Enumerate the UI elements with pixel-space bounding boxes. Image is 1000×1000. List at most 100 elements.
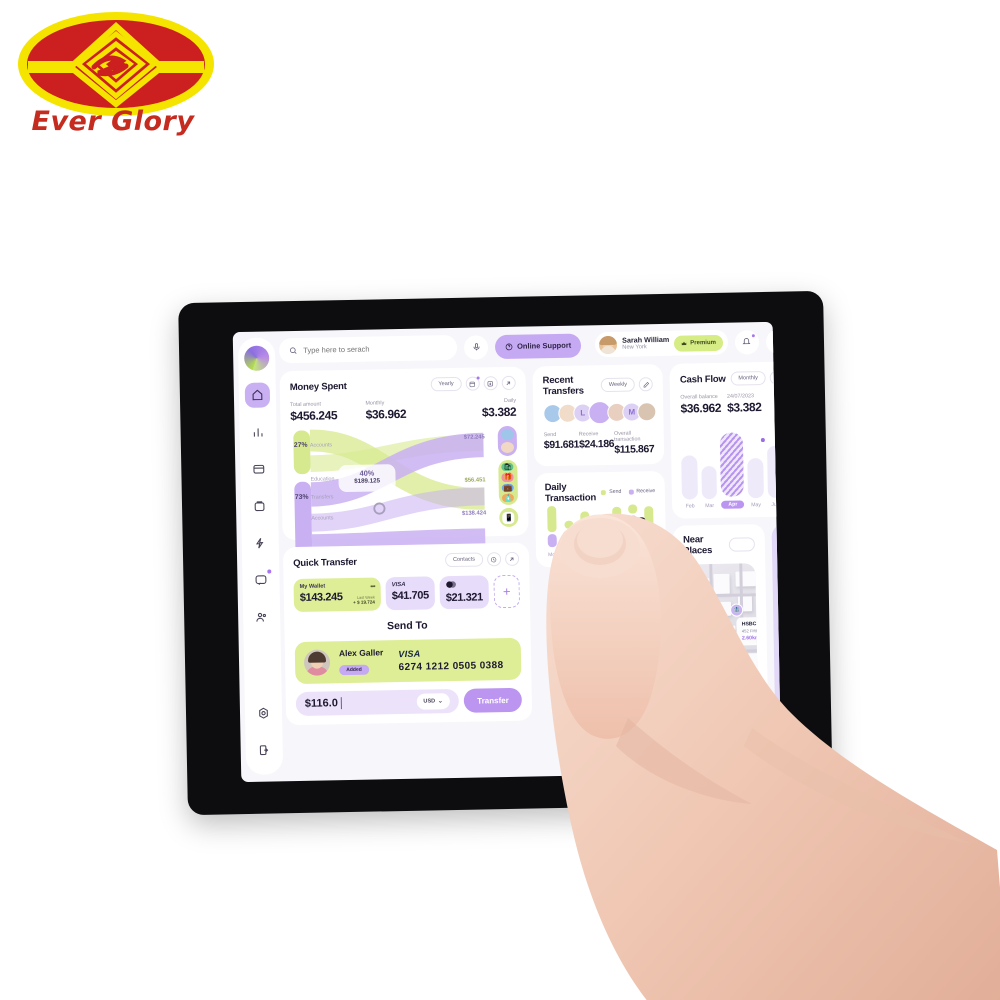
wallet-card-mastercard[interactable]: $21.321 <box>439 575 489 610</box>
phone-icon: 📱 <box>502 511 515 524</box>
sidebar-item-logout[interactable] <box>252 737 277 762</box>
recent-transfers-stats: Send $91.681 Receive $24.186 Overall tra… <box>544 430 655 457</box>
profile-name: Sarah William <box>622 335 670 346</box>
chart-point <box>761 437 766 443</box>
chart-x-label: Fri <box>614 550 621 557</box>
wallet-list: My Wallet $143.245 ••• Last Week + $ 19.… <box>293 574 520 613</box>
add-wallet-button[interactable]: + <box>493 574 520 609</box>
chart-x-label[interactable]: May <box>751 502 761 508</box>
period-selector[interactable]: Weekly <box>600 377 636 393</box>
chart-x-label[interactable]: Feb <box>686 503 695 509</box>
search-input[interactable] <box>303 343 448 355</box>
chart-x-label[interactable]: Jun <box>771 502 779 508</box>
amount-row: $116.0 USD Transfer <box>295 687 522 717</box>
notifications-button[interactable] <box>734 329 760 355</box>
chart-bar <box>766 445 782 498</box>
places-filter[interactable] <box>729 537 756 552</box>
period-selector[interactable]: Monthly <box>730 370 767 386</box>
gift-icon: 🎁 <box>501 473 515 482</box>
daily-transaction-card: Daily Transaction Send Receive Mon Tue W… <box>534 470 667 568</box>
recipient-card[interactable]: Alex Galler Added VISA 6274 1212 0505 03… <box>294 637 522 685</box>
period-selector[interactable]: Yearly <box>430 376 462 392</box>
expand-button[interactable] <box>501 375 516 391</box>
legend-swatch <box>628 489 634 495</box>
search-bar[interactable] <box>278 334 458 364</box>
chart-bar-receive <box>564 530 574 547</box>
ai-assistant-card: Ai Assistant <box>771 522 782 726</box>
chart-bar-group: Tue <box>561 520 576 558</box>
recipient-name: Alex Galler <box>338 647 384 659</box>
chart-bar-send <box>563 520 574 529</box>
wallet-card-primary[interactable]: My Wallet $143.245 ••• Last Week + $ 19.… <box>293 577 382 613</box>
dashboard-grid: Money Spent Yearly Total amount $456.245… <box>279 360 782 736</box>
voice-search-button[interactable] <box>463 334 489 360</box>
sidebar-item-settings[interactable] <box>251 700 276 725</box>
chart-x-label[interactable]: Mar <box>705 503 714 509</box>
wallet-last-week: Last Week + $ 19.724 <box>353 596 375 605</box>
currency-selector[interactable]: USD <box>416 693 451 710</box>
wallet-amount: $21.321 <box>445 591 483 605</box>
chart-bar-send <box>627 504 637 514</box>
download-button[interactable] <box>483 376 498 391</box>
stat-value: $91.681 <box>543 438 580 452</box>
column-left: Money Spent Yearly Total amount $456.245… <box>279 366 533 736</box>
added-badge: Added <box>339 664 369 676</box>
online-support-button[interactable]: Online Support <box>494 333 582 359</box>
chart-bar-send <box>611 506 622 520</box>
chart-bar-group: Thu <box>593 515 608 557</box>
stat-daily: Daily $3.382 <box>441 398 517 420</box>
amount-input[interactable]: $116.0 USD <box>295 688 460 717</box>
calendar-button[interactable] <box>769 370 782 385</box>
chart-x-label: Wed <box>579 551 591 558</box>
history-button[interactable] <box>486 552 502 567</box>
sidebar-item-wallet[interactable] <box>247 493 272 518</box>
stat-label: Overall transaction <box>613 430 641 443</box>
expand-button[interactable] <box>504 551 520 567</box>
calendar-button[interactable] <box>465 376 480 391</box>
card-title: Recent Transfers <box>542 374 584 398</box>
legend-item-receive: Receive <box>628 488 655 495</box>
wallet-card-visa[interactable]: VISA $41.705 <box>385 576 436 611</box>
sankey-flow-amount-2: $56.451 <box>464 477 486 484</box>
map-view[interactable]: 🏦 🏦 🏦 HSBC Banking 452 Fifth Avenue 2.60… <box>683 563 759 719</box>
chart-bar-group: Mar <box>701 466 718 509</box>
transfer-button[interactable]: Transfer <box>463 687 522 713</box>
sidebar-item-activity[interactable] <box>248 530 273 555</box>
map-place-card[interactable]: HSBC Banking 452 Fifth Avenue 2.60km <box>736 616 759 646</box>
history-icon <box>491 556 497 562</box>
money-spent-stats: Total amount $456.245 Monthly $36.962 Da… <box>290 398 516 423</box>
legend-label: Receive <box>636 488 656 495</box>
sidebar-item-contacts[interactable] <box>249 604 274 629</box>
sidebar-item-cards[interactable] <box>246 456 271 481</box>
quick-transfer-header: Quick Transfer Contacts <box>293 551 520 570</box>
chart-bar-receive <box>644 535 654 546</box>
sankey-left-pct-2: 73% <box>294 493 309 502</box>
place-distance: 2.60km <box>741 635 759 642</box>
more-menu-button[interactable]: ••• <box>765 329 782 354</box>
avatar <box>500 428 514 441</box>
profile-chip[interactable]: Sarah William New York Premium <box>594 329 729 358</box>
bar-chart-icon <box>253 428 263 437</box>
sidebar-item-home[interactable] <box>244 382 271 408</box>
chevron-down-icon <box>439 700 443 703</box>
notification-dot <box>476 376 480 380</box>
stat-monthly: Monthly $36.962 <box>365 399 441 421</box>
ellipsis-icon[interactable]: ••• <box>370 584 374 591</box>
briefcase-icon: 💼 <box>502 483 515 492</box>
stat-value: $24.186 <box>578 437 615 451</box>
chart-x-label[interactable]: Apr <box>721 500 745 509</box>
sidebar-item-messages[interactable] <box>248 567 273 592</box>
avatar <box>599 335 618 354</box>
contacts-selector[interactable]: Contacts <box>444 552 484 568</box>
chart-x-label: Sun <box>644 550 654 557</box>
edit-button[interactable] <box>638 377 654 392</box>
sidebar-item-analytics[interactable] <box>245 419 270 444</box>
chart-bar-group: Jun <box>766 445 782 508</box>
premium-badge: Premium <box>674 334 724 352</box>
avatar[interactable] <box>637 402 657 422</box>
home-icon <box>252 389 263 401</box>
app-logo-icon[interactable] <box>243 345 270 371</box>
card-title: Money Spent <box>289 380 347 393</box>
wallet-icon <box>254 501 265 512</box>
wallet-amount: $41.705 <box>391 589 429 603</box>
